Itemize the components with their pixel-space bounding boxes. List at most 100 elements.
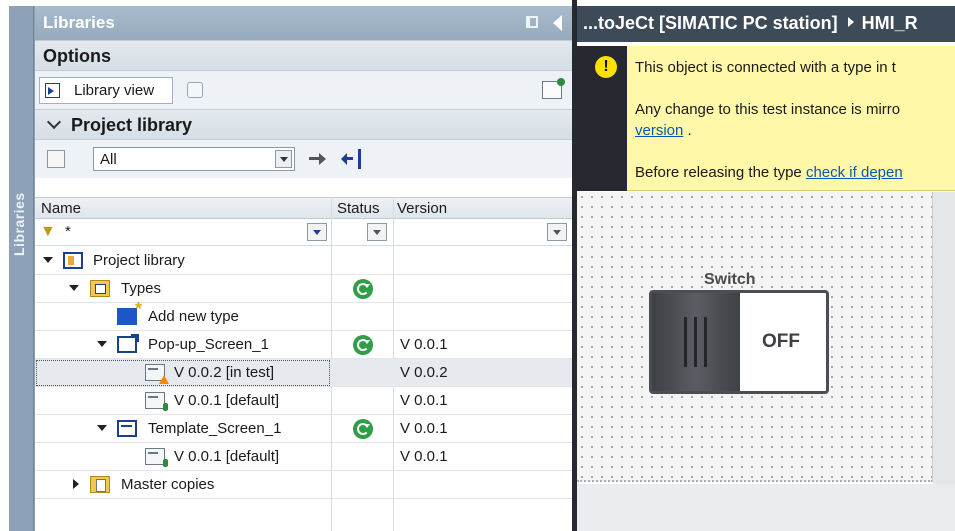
editor-breadcrumb: ...toJeCt [SIMATIC PC station] HMI_R bbox=[577, 6, 955, 42]
tree-item-label: Types bbox=[121, 280, 162, 297]
collapse-arrow-icon[interactable] bbox=[553, 15, 562, 31]
breadcrumb-item[interactable]: ...toJeCt [SIMATIC PC station] bbox=[583, 13, 838, 33]
library-view-icon bbox=[45, 83, 60, 98]
version-cell: V 0.0.2 bbox=[400, 364, 448, 381]
chevron-down-icon[interactable] bbox=[275, 150, 292, 168]
export-arrow-icon[interactable] bbox=[309, 150, 327, 168]
switch-knob[interactable] bbox=[652, 293, 740, 391]
master-copies-folder-icon bbox=[90, 476, 110, 493]
libraries-panel: Libraries Options Library view Project l… bbox=[34, 6, 573, 531]
tree-row-project-library[interactable]: Project library bbox=[35, 247, 573, 275]
tree-row-master-copies[interactable]: Master copies bbox=[35, 471, 573, 499]
tree-row-version-default[interactable]: V 0.0.1 [default] V 0.0.1 bbox=[35, 387, 573, 415]
version-cell: V 0.0.1 bbox=[400, 392, 448, 409]
status-filter-dropdown[interactable] bbox=[367, 223, 387, 241]
libraries-side-tab-label: Libraries bbox=[11, 192, 27, 256]
column-version-header[interactable]: Version bbox=[397, 200, 447, 217]
warning-line-2: Any change to this test instance is mirr… bbox=[635, 101, 901, 118]
project-library-section-header[interactable]: Project library bbox=[35, 109, 572, 140]
switch-label: Switch bbox=[704, 271, 756, 288]
tree-item-label: V 0.0.1 [default] bbox=[174, 448, 280, 465]
breadcrumb-separator-icon bbox=[847, 17, 854, 27]
library-properties-icon[interactable] bbox=[187, 82, 203, 98]
sync-status-icon bbox=[353, 419, 373, 439]
library-filter-value: All bbox=[100, 151, 117, 168]
tree-item-label: V 0.0.1 [default] bbox=[174, 392, 280, 409]
left-vertical-strip: Libraries bbox=[0, 0, 34, 531]
name-filter-dropdown[interactable] bbox=[307, 223, 327, 241]
project-library-header: Project library bbox=[71, 115, 193, 135]
expand-arrow-icon[interactable] bbox=[43, 257, 53, 263]
canvas-margin bbox=[577, 484, 955, 531]
switch-object[interactable]: OFF bbox=[649, 290, 829, 394]
expand-arrow-icon[interactable] bbox=[97, 425, 107, 431]
tree-row-template-screen[interactable]: Template_Screen_1 V 0.0.1 bbox=[35, 415, 573, 443]
library-table-header: Name Status Version bbox=[35, 197, 573, 219]
library-view-button[interactable]: Library view bbox=[39, 77, 173, 104]
switch-state-label: OFF bbox=[762, 331, 800, 352]
types-folder-icon bbox=[90, 280, 110, 297]
version-link[interactable]: version bbox=[635, 122, 683, 139]
warning-line-3-prefix: Before releasing the type bbox=[635, 164, 806, 181]
tree-item-label: V 0.0.2 [in test] bbox=[174, 364, 275, 381]
warning-line-3: Before releasing the type check if depen bbox=[635, 164, 903, 181]
version-cell: V 0.0.1 bbox=[400, 336, 448, 353]
warning-line-1: This object is connected with a type in … bbox=[635, 59, 896, 76]
update-types-icon[interactable] bbox=[542, 78, 565, 99]
test-instance-warning: ! This object is connected with a type i… bbox=[577, 46, 955, 191]
import-arrow-icon[interactable] bbox=[341, 149, 361, 169]
grip-line bbox=[704, 317, 707, 367]
tree-row-popup-screen[interactable]: Pop-up_Screen_1 V 0.0.1 bbox=[35, 331, 573, 359]
tree-row-types[interactable]: Types bbox=[35, 275, 573, 303]
sync-status-icon bbox=[353, 335, 373, 355]
tree-row-version-in-test[interactable]: V 0.0.2 [in test] V 0.0.2 bbox=[35, 359, 573, 387]
expand-arrow-icon[interactable] bbox=[97, 341, 107, 347]
version-default-icon bbox=[145, 448, 168, 467]
options-section-header[interactable]: Options bbox=[35, 40, 572, 71]
tree-item-label: Master copies bbox=[121, 476, 215, 493]
tree-item-label: Project library bbox=[93, 252, 185, 269]
expand-arrow-icon[interactable] bbox=[69, 285, 79, 291]
float-panel-icon[interactable] bbox=[526, 16, 538, 28]
filter-clear-icon[interactable]: ▼ bbox=[40, 223, 56, 241]
library-view-label: Library view bbox=[74, 82, 155, 99]
screen-type-icon bbox=[117, 334, 139, 353]
add-new-type-icon bbox=[117, 299, 142, 325]
sync-status-icon bbox=[353, 279, 373, 299]
collapsed-arrow-icon[interactable] bbox=[73, 479, 79, 489]
project-library-toolbar: All bbox=[35, 140, 572, 178]
warning-icon: ! bbox=[595, 56, 617, 78]
filter-row: ▼ * bbox=[35, 219, 573, 246]
libraries-title: Libraries bbox=[43, 13, 115, 32]
chevron-down-icon bbox=[46, 114, 62, 130]
warning-line-2b: version . bbox=[635, 122, 692, 139]
version-in-test-icon bbox=[145, 364, 169, 384]
warning-line-2-end: . bbox=[683, 122, 692, 139]
check-dependencies-link[interactable]: check if depen bbox=[806, 164, 903, 181]
new-folder-icon[interactable] bbox=[47, 150, 65, 168]
breadcrumb-item[interactable]: HMI_R bbox=[862, 13, 918, 33]
name-filter-input[interactable]: * bbox=[65, 223, 71, 240]
version-default-icon bbox=[145, 392, 168, 411]
options-toolbar: Library view bbox=[35, 71, 572, 109]
libraries-side-tab[interactable]: Libraries bbox=[9, 6, 34, 531]
project-library-icon bbox=[63, 252, 83, 269]
options-header: Options bbox=[43, 46, 111, 66]
template-screen-icon bbox=[117, 420, 137, 437]
canvas-margin bbox=[933, 192, 955, 484]
column-status-header[interactable]: Status bbox=[337, 200, 380, 217]
version-cell: V 0.0.1 bbox=[400, 420, 448, 437]
tree-item-label: Pop-up_Screen_1 bbox=[148, 336, 269, 353]
screen-editor: ...toJeCt [SIMATIC PC station] HMI_R ! Th… bbox=[577, 6, 955, 531]
libraries-title-bar: Libraries bbox=[35, 6, 572, 40]
grip-line bbox=[684, 317, 687, 367]
grip-line bbox=[694, 317, 697, 367]
tree-item-label: Add new type bbox=[148, 308, 239, 325]
column-name-header[interactable]: Name bbox=[41, 200, 81, 217]
tree-item-label: Template_Screen_1 bbox=[148, 420, 282, 437]
version-cell: V 0.0.1 bbox=[400, 448, 448, 465]
version-filter-dropdown[interactable] bbox=[547, 223, 567, 241]
tree-row-template-version-default[interactable]: V 0.0.1 [default] V 0.0.1 bbox=[35, 443, 573, 471]
tree-row-add-new-type[interactable]: Add new type bbox=[35, 299, 573, 331]
library-filter-select[interactable]: All bbox=[93, 147, 295, 171]
